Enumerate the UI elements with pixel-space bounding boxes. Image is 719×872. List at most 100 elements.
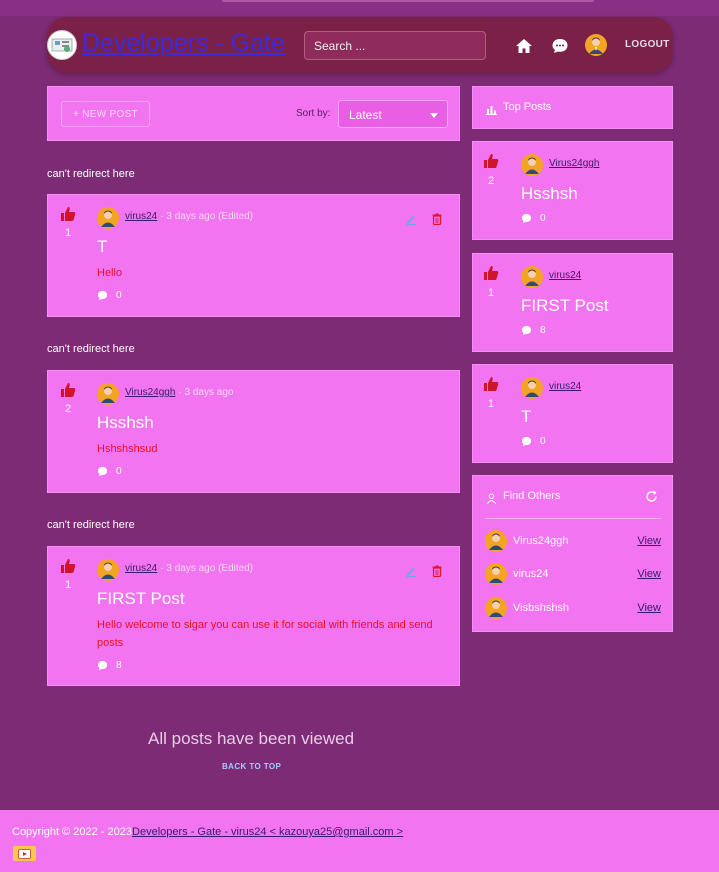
post-author-link[interactable]: Virus24ggh xyxy=(549,158,599,169)
delete-icon[interactable] xyxy=(431,564,443,578)
search-input[interactable] xyxy=(304,31,486,60)
post-card[interactable]: 1 virus24 · 3 days ago (Edited) FIRST Po… xyxy=(47,546,460,686)
user-row: Visbshshsh View xyxy=(485,597,661,619)
comment-count-value: 8 xyxy=(540,325,546,336)
comment-count[interactable]: 8 xyxy=(97,660,122,671)
comment-count-value: 0 xyxy=(116,466,122,477)
feed-toolbar: + NEW POST Sort by: Latest xyxy=(47,86,460,141)
comment-count-value: 0 xyxy=(540,436,546,447)
post-author-link[interactable]: virus24 xyxy=(549,381,581,392)
new-post-button[interactable]: + NEW POST xyxy=(61,101,150,127)
post-meta: Virus24ggh · 3 days ago xyxy=(119,387,233,398)
sort-select[interactable]: Latest xyxy=(338,100,448,128)
post-author-link[interactable]: virus24 xyxy=(125,563,157,574)
find-others-panel: Find Others Virus24ggh View virus24 View… xyxy=(472,475,673,632)
thumbs-up-icon[interactable] xyxy=(483,153,499,169)
avatar xyxy=(97,383,119,405)
post-title[interactable]: T xyxy=(97,237,107,257)
post-card[interactable]: 2 Virus24ggh · 3 days ago Hsshsh Hshshsh… xyxy=(47,370,460,493)
home-icon[interactable] xyxy=(514,36,534,56)
divider xyxy=(485,518,661,519)
top-strip xyxy=(0,0,719,16)
youtube-icon[interactable] xyxy=(13,846,36,861)
post-body: Hello welcome to sigar you can use it fo… xyxy=(97,619,433,649)
post-title[interactable]: FIRST Post xyxy=(521,296,609,316)
logo-icon[interactable] xyxy=(47,30,77,60)
bar-chart-icon xyxy=(486,102,497,120)
sort-label: Sort by: xyxy=(296,108,331,119)
comment-count[interactable]: 0 xyxy=(97,466,122,477)
avatar xyxy=(97,559,119,581)
comment-count[interactable]: 0 xyxy=(521,436,546,447)
comment-icon xyxy=(97,466,108,477)
end-of-feed-message: All posts have been viewed xyxy=(148,729,355,748)
comment-icon xyxy=(521,325,532,336)
post-card[interactable]: 1 virus24 · 3 days ago (Edited) T Hello … xyxy=(47,194,460,317)
post-title[interactable]: Hsshsh xyxy=(97,413,154,433)
person-icon xyxy=(486,491,497,509)
post-title[interactable]: FIRST Post xyxy=(97,589,185,609)
vote-count: 1 xyxy=(64,579,72,591)
post-time: · 3 days ago xyxy=(178,387,234,398)
comment-count-value: 0 xyxy=(540,213,546,224)
comment-icon xyxy=(97,660,108,671)
post-author-link[interactable]: virus24 xyxy=(125,211,157,222)
redirect-notice: can't redirect here xyxy=(47,519,135,531)
footer-link[interactable]: Developers - Gate - virus24 < kazouya25@… xyxy=(132,826,403,838)
post-time: · 3 days ago (Edited) xyxy=(160,563,254,574)
avatar xyxy=(521,154,543,176)
post-author-link[interactable]: virus24 xyxy=(549,270,581,281)
comment-count[interactable]: 0 xyxy=(521,213,546,224)
thumbs-up-icon[interactable] xyxy=(60,558,76,574)
view-user-link[interactable]: View xyxy=(637,568,661,580)
avatar xyxy=(485,563,507,585)
app-header: Developers - Gate LOGOUT xyxy=(47,17,673,73)
avatar xyxy=(521,377,543,399)
user-name: Visbshshsh xyxy=(513,602,570,614)
sort-value: Latest xyxy=(349,108,382,122)
post-body: Hshshshsud xyxy=(97,443,158,455)
post-meta: virus24 · 3 days ago (Edited) xyxy=(119,211,253,222)
user-name: virus24 xyxy=(513,568,549,580)
avatar xyxy=(485,597,507,619)
avatar xyxy=(485,530,507,552)
chat-icon[interactable] xyxy=(550,36,570,56)
avatar xyxy=(521,266,543,288)
redirect-notice: can't redirect here xyxy=(47,343,135,355)
user-row: Virus24ggh View xyxy=(485,530,661,552)
comment-count-value: 8 xyxy=(116,660,122,671)
refresh-icon[interactable] xyxy=(645,490,658,508)
view-user-link[interactable]: View xyxy=(637,602,661,614)
vote-count: 1 xyxy=(487,398,495,410)
vote-count: 1 xyxy=(487,287,495,299)
back-to-top-button[interactable]: BACK TO TOP xyxy=(222,762,281,771)
redirect-notice: can't redirect here xyxy=(47,168,135,180)
top-posts-header: Top Posts xyxy=(472,86,673,129)
top-post-card[interactable]: 2 Virus24ggh Hsshsh 0 xyxy=(472,141,673,240)
edit-icon[interactable] xyxy=(405,564,417,577)
thumbs-up-icon[interactable] xyxy=(483,376,499,392)
post-time: · 3 days ago (Edited) xyxy=(160,211,254,222)
vote-count: 2 xyxy=(64,403,72,415)
copyright-text: Copyright © 2022 - 2023 xyxy=(12,826,133,838)
vote-count: 1 xyxy=(64,227,72,239)
thumbs-up-icon[interactable] xyxy=(483,265,499,281)
top-post-card[interactable]: 1 virus24 T 0 xyxy=(472,364,673,463)
post-author-link[interactable]: Virus24ggh xyxy=(125,387,175,398)
top-post-card[interactable]: 1 virus24 FIRST Post 8 xyxy=(472,253,673,352)
edit-icon[interactable] xyxy=(405,212,417,225)
post-title[interactable]: Hsshsh xyxy=(521,184,578,204)
view-user-link[interactable]: View xyxy=(637,535,661,547)
comment-count-value: 0 xyxy=(116,290,122,301)
find-others-title: Find Others xyxy=(503,490,561,502)
brand-link[interactable]: Developers - Gate xyxy=(82,29,285,58)
comment-count[interactable]: 0 xyxy=(97,290,122,301)
user-name: Virus24ggh xyxy=(513,535,569,547)
post-title[interactable]: T xyxy=(521,407,531,427)
comment-count[interactable]: 8 xyxy=(521,325,546,336)
user-avatar[interactable] xyxy=(585,34,607,56)
delete-icon[interactable] xyxy=(431,212,443,226)
thumbs-up-icon[interactable] xyxy=(60,382,76,398)
thumbs-up-icon[interactable] xyxy=(60,206,76,222)
logout-button[interactable]: LOGOUT xyxy=(625,39,670,50)
